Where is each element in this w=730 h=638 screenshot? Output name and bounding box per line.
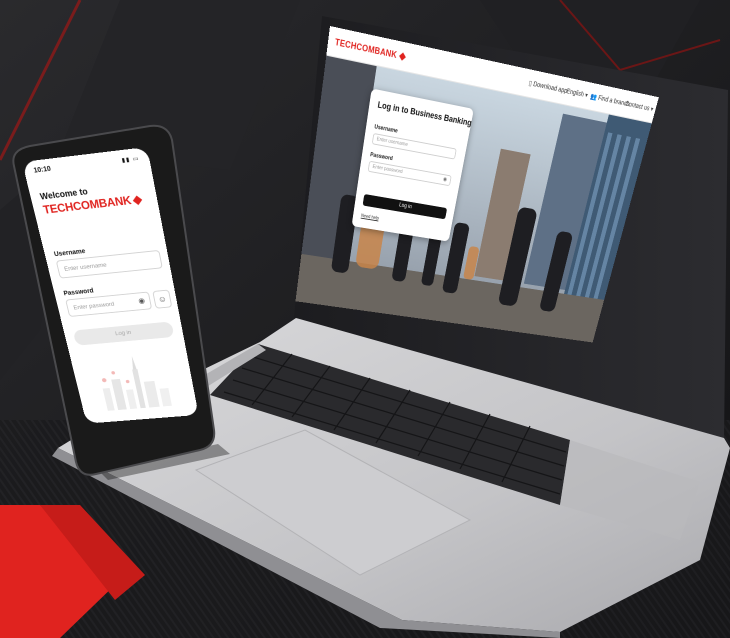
status-time: 10:10	[33, 166, 52, 175]
language-select[interactable]: English ▾	[566, 87, 590, 99]
eye-icon[interactable]: ◉	[442, 177, 447, 184]
logo-text: TECHCOMBANK	[334, 37, 397, 60]
eye-icon[interactable]: ◉	[138, 297, 146, 305]
password-input[interactable]: Enter password ◉	[368, 161, 452, 187]
chevron-down-icon: ▾	[648, 106, 654, 113]
techcombank-logo-icon: ◆	[398, 51, 406, 63]
product-scene: TECHCOMBANK◆ ▯Download app English ▾ 👥Fi…	[0, 0, 730, 638]
city-illustration	[86, 349, 186, 413]
face-id-icon[interactable]: ☺	[152, 290, 172, 309]
need-help-link[interactable]: Need help	[361, 213, 379, 221]
laptop-logo[interactable]: TECHCOMBANK◆	[334, 37, 406, 63]
phone-username-label: Username	[54, 248, 87, 258]
chevron-down-icon: ▾	[583, 92, 589, 99]
download-app-link[interactable]: ▯Download app	[528, 79, 568, 95]
phone-login-button[interactable]: Log in	[73, 321, 175, 345]
contact-menu[interactable]: Contact us ▾	[624, 100, 655, 113]
techcombank-logo-icon: ◆	[132, 192, 143, 206]
people-icon: 👥	[589, 93, 597, 101]
phone-password-label: Password	[63, 288, 94, 297]
signal-battery-icon: ▮▮ ▭	[121, 155, 140, 164]
